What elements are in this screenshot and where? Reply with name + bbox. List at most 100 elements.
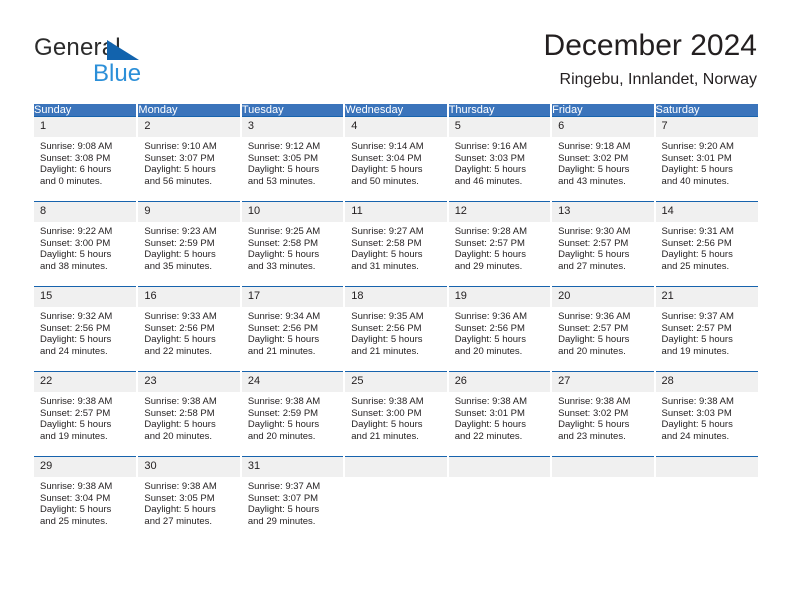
calendar-day-cell[interactable]: 12 Sunrise: 9:28 AM Sunset: 2:57 PM Dayligh…: [447, 201, 553, 287]
day-number: 22: [34, 372, 137, 392]
day-details: Sunrise: 9:30 AM Sunset: 2:57 PM Daylight:…: [552, 222, 653, 272]
calendar-day-cell-empty: [654, 456, 758, 541]
day-number: 12: [448, 202, 551, 222]
daylight-minutes: and 50 minutes.: [351, 175, 419, 187]
day-details: Sunrise: 9:27 AM Sunset: 2:58 PM Daylight:…: [345, 222, 446, 272]
day-cell-inner: 26 Sunrise: 9:38 AM Sunset: 3:01 PM Dayligh…: [448, 372, 551, 456]
calendar-day-cell[interactable]: 26 Sunrise: 9:38 AM Sunset: 3:01 PM Dayligh…: [447, 371, 553, 457]
weekday-header-tuesday: Tuesday: [240, 104, 346, 117]
calendar-day-cell[interactable]: 24 Sunrise: 9:38 AM Sunset: 2:59 PM Dayligh…: [240, 371, 346, 457]
day-number: 13: [552, 202, 654, 222]
calendar-day-cell[interactable]: 5 Sunrise: 9:16 AM Sunset: 3:03 PM Daylight…: [447, 116, 553, 202]
calendar-day-cell[interactable]: 13 Sunrise: 9:30 AM Sunset: 2:57 PM Dayligh…: [551, 201, 656, 287]
general-blue-logo: General Blue: [34, 34, 214, 88]
day-details: Sunrise: 9:22 AM Sunset: 3:00 PM Daylight:…: [34, 222, 136, 272]
day-cell-inner: 13 Sunrise: 9:30 AM Sunset: 2:57 PM Dayligh…: [552, 202, 654, 286]
sunrise-time: Sunrise: 9:08 AM: [40, 141, 113, 152]
calendar-day-cell[interactable]: 18 Sunrise: 9:35 AM Sunset: 2:56 PM Dayligh…: [344, 286, 449, 372]
daylight-hours: Daylight: 5 hours: [247, 249, 320, 261]
daylight-minutes: and 24 minutes.: [661, 430, 730, 442]
day-number: 5: [448, 117, 551, 137]
calendar-day-cell[interactable]: 9 Sunrise: 9:23 AM Sunset: 2:59 PM Daylight…: [137, 201, 242, 287]
calendar-day-cell[interactable]: 29 Sunrise: 9:38 AM Sunset: 3:04 PM Dayligh…: [34, 456, 139, 541]
sunrise-time: Sunrise: 9:38 AM: [40, 481, 113, 492]
sunset-time: Sunset: 2:56 PM: [144, 322, 215, 334]
day-details: Sunrise: 9:38 AM Sunset: 3:03 PM Daylight:…: [656, 392, 758, 442]
daylight-hours: Daylight: 5 hours: [661, 334, 733, 346]
day-details: Sunrise: 9:37 AM Sunset: 2:57 PM Daylight:…: [656, 307, 758, 357]
day-details: [552, 477, 653, 481]
day-number: 19: [448, 287, 551, 307]
day-details: Sunrise: 9:16 AM Sunset: 3:03 PM Daylight:…: [449, 137, 550, 187]
sunrise-time: Sunrise: 9:37 AM: [661, 311, 734, 322]
calendar-day-cell[interactable]: 17 Sunrise: 9:34 AM Sunset: 2:56 PM Dayligh…: [240, 286, 346, 372]
sunrise-time: Sunrise: 9:38 AM: [661, 396, 734, 407]
daylight-minutes: and 43 minutes.: [558, 175, 626, 187]
calendar-day-cell[interactable]: 30 Sunrise: 9:38 AM Sunset: 3:05 PM Dayligh…: [137, 456, 242, 541]
daylight-hours: Daylight: 5 hours: [144, 504, 216, 516]
sunrise-time: Sunrise: 9:12 AM: [247, 141, 321, 152]
day-cell-inner: 2 Sunrise: 9:10 AM Sunset: 3:07 PM Daylight…: [138, 117, 240, 201]
day-number: [655, 457, 758, 477]
calendar-day-cell[interactable]: 27 Sunrise: 9:38 AM Sunset: 3:02 PM Dayligh…: [551, 371, 656, 457]
page-header: General Blue December 2024 Ringebu, Innl…: [0, 0, 792, 100]
day-details: [656, 477, 758, 481]
calendar-day-cell[interactable]: 6 Sunrise: 9:18 AM Sunset: 3:02 PM Daylight…: [551, 116, 656, 202]
sunrise-time: Sunrise: 9:32 AM: [40, 311, 113, 322]
sunset-time: Sunset: 3:01 PM: [454, 407, 525, 419]
calendar-day-cell[interactable]: 16 Sunrise: 9:33 AM Sunset: 2:56 PM Dayligh…: [137, 286, 242, 372]
sunset-time: Sunset: 3:07 PM: [247, 492, 319, 504]
weekday-header-saturday: Saturday: [654, 104, 758, 117]
calendar-day-cell[interactable]: 28 Sunrise: 9:38 AM Sunset: 3:03 PM Dayligh…: [654, 371, 758, 457]
sunrise-time: Sunrise: 9:10 AM: [144, 141, 217, 152]
sunrise-time: Sunrise: 9:38 AM: [247, 396, 321, 407]
calendar-day-cell[interactable]: 10 Sunrise: 9:25 AM Sunset: 2:58 PM Dayligh…: [240, 201, 346, 287]
calendar-day-cell[interactable]: 19 Sunrise: 9:36 AM Sunset: 2:56 PM Dayligh…: [447, 286, 553, 372]
calendar-day-cell[interactable]: 15 Sunrise: 9:32 AM Sunset: 2:56 PM Dayligh…: [34, 286, 139, 372]
day-cell-inner: 23 Sunrise: 9:38 AM Sunset: 2:58 PM Dayligh…: [138, 372, 240, 456]
calendar-day-cell[interactable]: 3 Sunrise: 9:12 AM Sunset: 3:05 PM Daylight…: [240, 116, 346, 202]
sunrise-time: Sunrise: 9:33 AM: [144, 311, 217, 322]
day-cell-inner: [655, 457, 758, 541]
daylight-hours: Daylight: 5 hours: [144, 164, 216, 176]
daylight-hours: Daylight: 5 hours: [454, 249, 526, 261]
day-number: 4: [345, 117, 447, 137]
sunrise-time: Sunrise: 9:28 AM: [454, 226, 528, 237]
sunset-time: Sunset: 2:57 PM: [40, 407, 111, 419]
sunrise-time: Sunrise: 9:16 AM: [454, 141, 528, 152]
day-cell-inner: 17 Sunrise: 9:34 AM Sunset: 2:56 PM Dayligh…: [241, 287, 344, 371]
daylight-minutes: and 40 minutes.: [661, 175, 730, 187]
day-cell-inner: 1 Sunrise: 9:08 AM Sunset: 3:08 PM Daylight…: [34, 117, 137, 201]
calendar-day-cell[interactable]: 1 Sunrise: 9:08 AM Sunset: 3:08 PM Daylight…: [34, 116, 139, 202]
calendar-day-cell[interactable]: 21 Sunrise: 9:37 AM Sunset: 2:57 PM Dayligh…: [654, 286, 758, 372]
calendar-day-cell[interactable]: 11 Sunrise: 9:27 AM Sunset: 2:58 PM Dayligh…: [344, 201, 449, 287]
daylight-minutes: and 56 minutes.: [144, 175, 213, 187]
calendar-day-cell[interactable]: 8 Sunrise: 9:22 AM Sunset: 3:00 PM Daylight…: [34, 201, 139, 287]
daylight-minutes: and 25 minutes.: [661, 260, 730, 272]
calendar-day-cell[interactable]: 23 Sunrise: 9:38 AM Sunset: 2:58 PM Dayligh…: [137, 371, 242, 457]
calendar-day-cell[interactable]: 22 Sunrise: 9:38 AM Sunset: 2:57 PM Dayligh…: [34, 371, 139, 457]
day-details: Sunrise: 9:31 AM Sunset: 2:56 PM Daylight:…: [656, 222, 758, 272]
calendar-day-cell[interactable]: 4 Sunrise: 9:14 AM Sunset: 3:04 PM Daylight…: [344, 116, 449, 202]
sunset-time: Sunset: 2:56 PM: [661, 237, 732, 249]
day-details: Sunrise: 9:20 AM Sunset: 3:01 PM Daylight:…: [656, 137, 758, 187]
calendar-page: General Blue December 2024 Ringebu, Innl…: [0, 0, 792, 612]
daylight-minutes: and 20 minutes.: [558, 345, 626, 357]
daylight-minutes: and 27 minutes.: [144, 515, 213, 527]
day-cell-inner: 30 Sunrise: 9:38 AM Sunset: 3:05 PM Dayligh…: [138, 457, 240, 541]
day-cell-inner: 16 Sunrise: 9:33 AM Sunset: 2:56 PM Dayligh…: [138, 287, 240, 371]
day-details: Sunrise: 9:23 AM Sunset: 2:59 PM Daylight:…: [138, 222, 239, 272]
calendar-day-cell[interactable]: 2 Sunrise: 9:10 AM Sunset: 3:07 PM Daylight…: [137, 116, 242, 202]
title-block: December 2024 Ringebu, Innlandet, Norway: [544, 28, 757, 90]
day-number: 9: [138, 202, 240, 222]
calendar-day-cell[interactable]: 7 Sunrise: 9:20 AM Sunset: 3:01 PM Daylight…: [654, 116, 758, 202]
calendar-day-cell[interactable]: 25 Sunrise: 9:38 AM Sunset: 3:00 PM Dayligh…: [344, 371, 449, 457]
calendar-day-cell-empty: [551, 456, 656, 541]
calendar-day-cell[interactable]: 31 Sunrise: 9:37 AM Sunset: 3:07 PM Dayligh…: [240, 456, 346, 541]
day-number: 3: [241, 117, 344, 137]
day-cell-inner: [552, 457, 654, 541]
page-subtitle: Ringebu, Innlandet, Norway: [559, 71, 757, 88]
calendar-day-cell[interactable]: 14 Sunrise: 9:31 AM Sunset: 2:56 PM Dayligh…: [654, 201, 758, 287]
calendar-day-cell[interactable]: 20 Sunrise: 9:36 AM Sunset: 2:57 PM Dayligh…: [551, 286, 656, 372]
day-cell-inner: 11 Sunrise: 9:27 AM Sunset: 2:58 PM Dayligh…: [345, 202, 447, 286]
